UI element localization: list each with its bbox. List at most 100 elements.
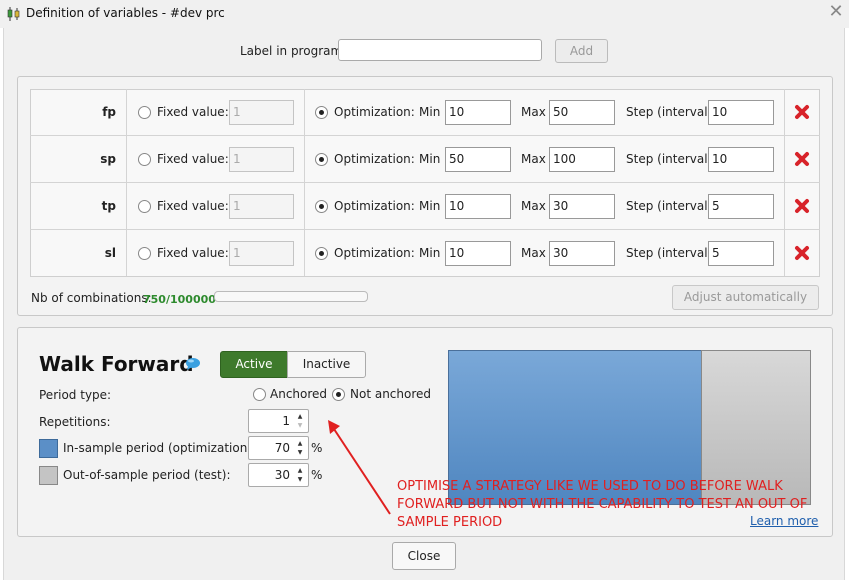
step-input[interactable]: 5: [708, 241, 774, 266]
cell-divider: [304, 89, 305, 135]
add-button[interactable]: Add: [555, 39, 608, 63]
label-in-program-input[interactable]: [338, 39, 542, 61]
fixed-value-radio[interactable]: [138, 247, 151, 260]
label-in-program-label: Label in program: [240, 44, 343, 58]
fixed-value-input[interactable]: 1: [229, 100, 294, 125]
delete-icon[interactable]: [794, 245, 810, 261]
repetitions-label: Repetitions:: [39, 415, 111, 429]
max-input[interactable]: 30: [549, 241, 615, 266]
window-close-icon[interactable]: ✕: [826, 2, 846, 22]
step-label: Step (interval): [626, 105, 713, 119]
variable-row: sp Fixed value: 1 Optimization: Min 50 Max 100 S…: [30, 136, 820, 183]
fixed-value-radio[interactable]: [138, 153, 151, 166]
combinations-label: Nb of combinations:: [31, 291, 152, 305]
step-input[interactable]: 5: [708, 194, 774, 219]
min-input[interactable]: 50: [445, 147, 511, 172]
anchored-radio[interactable]: [253, 388, 266, 401]
stepper-down-icon[interactable]: ▼: [295, 448, 305, 457]
fixed-value-input[interactable]: 1: [229, 241, 294, 266]
in-sample-stepper[interactable]: 70 ▲ ▼: [248, 436, 309, 460]
delete-icon[interactable]: [794, 198, 810, 214]
cell-divider: [784, 89, 785, 135]
close-button[interactable]: Close: [392, 542, 456, 570]
not-anchored-radio[interactable]: [332, 388, 345, 401]
window-title: Definition of variables - #dev prc: [26, 6, 225, 20]
optimization-radio[interactable]: [315, 200, 328, 213]
speech-bubble-icon[interactable]: [185, 357, 201, 371]
max-input[interactable]: 50: [549, 100, 615, 125]
step-label: Step (interval): [626, 199, 713, 213]
stepper-up-icon[interactable]: ▲: [295, 466, 305, 475]
optimization-label: Optimization:: [334, 199, 415, 213]
period-type-label: Period type:: [39, 388, 112, 402]
min-label: Min: [419, 199, 441, 213]
annotation-text: OPTIMISE A STRATEGY LIKE WE USED TO DO B…: [397, 479, 808, 530]
optimization-radio[interactable]: [315, 153, 328, 166]
inactive-toggle-button[interactable]: Inactive: [287, 351, 366, 378]
max-label: Max: [521, 152, 546, 166]
walk-forward-title: Walk Forward: [39, 352, 194, 376]
min-input[interactable]: 10: [445, 194, 511, 219]
combinations-value: 750/100000: [143, 293, 216, 306]
adjust-automatically-button[interactable]: Adjust automatically: [672, 285, 819, 310]
fixed-value-label: Fixed value:: [157, 199, 229, 213]
fixed-value-label: Fixed value:: [157, 246, 229, 260]
optimization-radio[interactable]: [315, 247, 328, 260]
out-sample-swatch: [39, 466, 58, 485]
step-label: Step (interval): [626, 152, 713, 166]
delete-icon[interactable]: [794, 151, 810, 167]
max-input[interactable]: 30: [549, 194, 615, 219]
fixed-value-label: Fixed value:: [157, 105, 229, 119]
step-input[interactable]: 10: [708, 100, 774, 125]
in-sample-label: In-sample period (optimization): [63, 441, 252, 455]
max-label: Max: [521, 199, 546, 213]
stepper-down-icon[interactable]: ▼: [295, 421, 305, 430]
optimization-label: Optimization:: [334, 246, 415, 260]
variable-name: sp: [30, 136, 127, 182]
fixed-value-input[interactable]: 1: [229, 194, 294, 219]
variable-name: fp: [30, 89, 127, 135]
candlestick-app-icon: [7, 7, 20, 21]
max-label: Max: [521, 246, 546, 260]
in-sample-value: 70: [274, 441, 290, 455]
not-anchored-label: Not anchored: [350, 387, 432, 401]
cell-divider: [304, 136, 305, 182]
combinations-progress-bar: [214, 291, 368, 302]
repetitions-value: 1: [282, 414, 290, 428]
active-toggle-button[interactable]: Active: [220, 351, 288, 378]
fixed-value-input[interactable]: 1: [229, 147, 294, 172]
repetitions-stepper[interactable]: 1 ▲ ▼: [248, 409, 309, 433]
out-sample-value: 30: [274, 468, 290, 482]
min-input[interactable]: 10: [445, 100, 511, 125]
variable-name: sl: [30, 230, 127, 276]
out-sample-label: Out-of-sample period (test):: [63, 468, 231, 482]
max-label: Max: [521, 105, 546, 119]
min-label: Min: [419, 246, 441, 260]
fixed-value-label: Fixed value:: [157, 152, 229, 166]
stepper-up-icon[interactable]: ▲: [295, 439, 305, 448]
optimization-radio[interactable]: [315, 106, 328, 119]
cell-divider: [304, 230, 305, 276]
stepper-up-icon[interactable]: ▲: [295, 412, 305, 421]
stepper-down-icon[interactable]: ▼: [295, 475, 305, 484]
out-sample-stepper[interactable]: 30 ▲ ▼: [248, 463, 309, 487]
cell-divider: [784, 136, 785, 182]
max-input[interactable]: 100: [549, 147, 615, 172]
step-input[interactable]: 10: [708, 147, 774, 172]
step-label: Step (interval): [626, 246, 713, 260]
annotation-arrow-icon: [328, 420, 391, 515]
cell-divider: [304, 183, 305, 229]
in-sample-swatch: [39, 439, 58, 458]
optimization-label: Optimization:: [334, 152, 415, 166]
variable-row: tp Fixed value: 1 Optimization: Min 10 Max 30 St…: [30, 183, 820, 230]
fixed-value-radio[interactable]: [138, 200, 151, 213]
min-input[interactable]: 10: [445, 241, 511, 266]
variable-row: sl Fixed value: 1 Optimization: Min 10 Max 30 St…: [30, 230, 820, 277]
cell-divider: [784, 230, 785, 276]
fixed-value-radio[interactable]: [138, 106, 151, 119]
min-label: Min: [419, 105, 441, 119]
delete-icon[interactable]: [794, 104, 810, 120]
cell-divider: [784, 183, 785, 229]
variable-name: tp: [30, 183, 127, 229]
min-label: Min: [419, 152, 441, 166]
